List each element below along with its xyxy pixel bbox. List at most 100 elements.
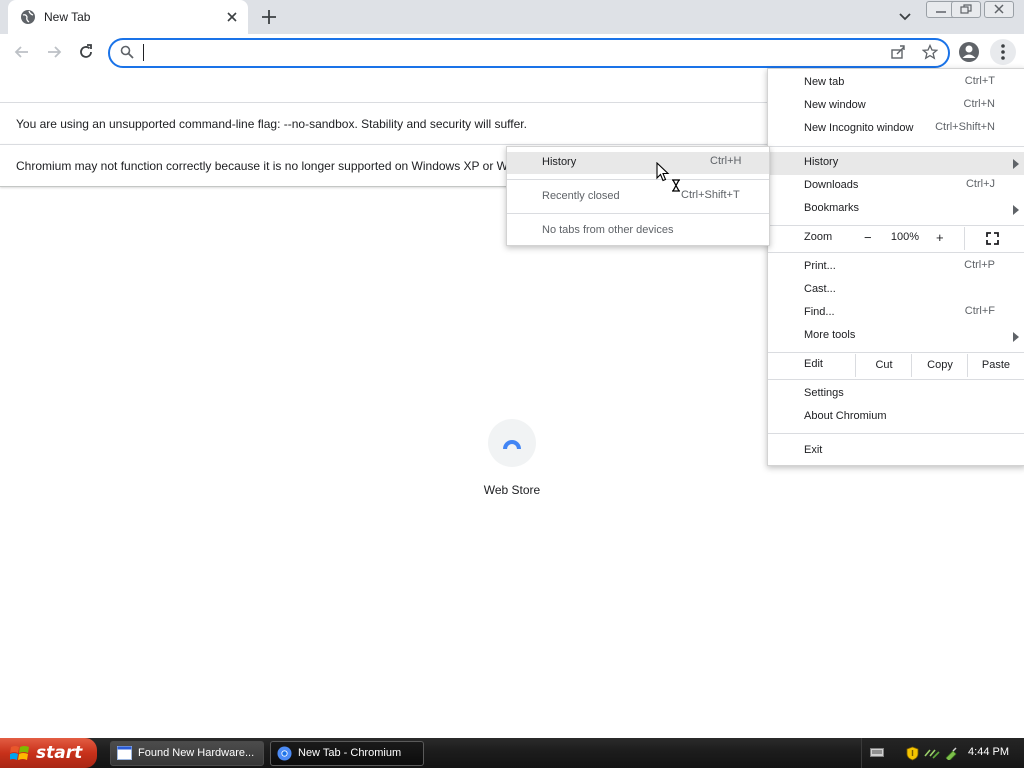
menu-item-label: Downloads [804,179,859,191]
menu-item-new-incognito-window[interactable]: New Incognito window Ctrl+Shift+N [768,118,1024,141]
menu-item-shortcut: Ctrl+N [963,98,995,110]
shortcut-label[interactable]: Web Store [462,483,562,497]
chromium-icon [277,746,292,764]
menu-item-history[interactable]: History [768,152,1024,175]
history-submenu: History Ctrl+H Recently closed Ctrl+Shif… [506,146,770,246]
hourglass-icon [672,179,680,192]
menu-divider [964,227,965,250]
forward-arrow-icon[interactable] [44,42,64,62]
menu-item-downloads[interactable]: Downloads Ctrl+J [768,175,1024,198]
search-icon [120,45,134,62]
menu-item-label: Edit [804,358,823,370]
menu-item-zoom: Zoom − 100% + [768,227,1024,250]
chevron-right-icon [1013,331,1019,345]
menu-separator [768,146,1024,147]
menu-item-cast[interactable]: Cast... [768,279,1024,302]
chevron-right-icon [1013,204,1019,218]
menu-item-settings[interactable]: Settings [768,383,1024,406]
menu-separator [507,179,769,180]
menu-item-shortcut: Ctrl+T [964,75,995,87]
menu-item-about[interactable]: About Chromium [768,406,1024,429]
restore-button[interactable] [951,1,981,18]
menu-separator [768,225,1024,226]
menu-item-label: Print... [804,260,836,272]
menu-item-shortcut: Ctrl+Shift+N [935,121,995,133]
menu-item-label: New window [804,99,866,111]
chevron-down-icon[interactable] [895,8,915,26]
keyboard-icon[interactable] [870,746,884,761]
paste-button[interactable]: Paste [967,354,1024,377]
zoom-out-button[interactable]: − [864,230,872,245]
menu-item-exit[interactable]: Exit [768,440,1024,463]
copy-button[interactable]: Copy [911,354,968,377]
infobar-text: You are using an unsupported command-lin… [16,117,527,131]
tab-title: New Tab [44,10,91,24]
submenu-item-recently-closed: Recently closed Ctrl+Shift+T [507,186,769,208]
menu-item-label: Zoom [804,231,833,243]
menu-item-shortcut: Ctrl+J [965,178,995,190]
web-store-icon [503,440,521,449]
share-icon[interactable] [890,44,906,63]
reload-icon[interactable] [76,42,96,62]
tab-strip: New Tab [0,0,1024,34]
menu-separator [768,433,1024,434]
safely-remove-hardware-icon[interactable] [944,746,958,763]
text-caret [143,44,144,61]
start-button[interactable]: start [0,738,97,768]
taskbar: start Found New Hardware... New Tab - Ch… [0,738,1024,768]
menu-item-more-tools[interactable]: More tools [768,325,1024,348]
profile-icon[interactable] [958,41,980,63]
taskbar-item-chromium[interactable]: New Tab - Chromium [270,741,424,766]
menu-separator [768,352,1024,353]
chevron-right-icon [1013,158,1019,172]
menu-item-label: Exit [804,444,823,456]
security-shield-icon[interactable] [906,746,919,764]
close-icon[interactable] [224,9,240,25]
omnibox[interactable] [108,38,950,68]
app-menu: New tab Ctrl+T New window Ctrl+N New Inc… [767,68,1024,466]
menu-item-label: More tools [804,329,856,341]
menu-item-label: Settings [804,387,844,399]
zoom-level: 100% [890,231,920,243]
shortcut-tile-web-store[interactable] [488,419,536,467]
menu-item-new-tab[interactable]: New tab Ctrl+T [768,72,1024,95]
tab-new-tab[interactable]: New Tab [8,0,248,34]
system-tray: 4:44 PM [861,738,1024,768]
clock: 4:44 PM [968,746,1009,758]
zoom-in-button[interactable]: + [936,230,944,245]
address-input[interactable] [142,43,846,63]
menu-item-bookmarks[interactable]: Bookmarks [768,198,1024,221]
more-vert-icon[interactable] [990,39,1016,65]
back-arrow-icon[interactable] [12,42,32,62]
network-icon[interactable] [924,746,940,763]
cut-button[interactable]: Cut [855,354,912,377]
menu-item-print[interactable]: Print... Ctrl+P [768,256,1024,279]
menu-item-label: Bookmarks [804,202,860,214]
menu-item-new-window[interactable]: New window Ctrl+N [768,95,1024,118]
menu-item-label: History [542,156,577,168]
taskbar-item-label: New Tab - Chromium [298,747,402,759]
menu-item-shortcut: Ctrl+H [710,155,742,167]
menu-separator [768,252,1024,253]
menu-item-shortcut: Ctrl+Shift+T [681,189,740,201]
taskbar-item-found-new-hardware[interactable]: Found New Hardware... [110,741,264,766]
menu-item-label: History [804,156,839,168]
menu-item-label: No tabs from other devices [542,224,674,236]
fullscreen-icon[interactable] [986,232,999,248]
star-icon[interactable] [921,43,939,63]
submenu-item-history[interactable]: History Ctrl+H [507,152,769,174]
taskbar-item-label: Found New Hardware... [138,747,255,759]
window-icon [117,746,132,763]
menu-item-find[interactable]: Find... Ctrl+F [768,302,1024,325]
menu-item-shortcut: Ctrl+F [964,305,995,317]
menu-item-shortcut: Ctrl+P [964,259,995,271]
menu-item-label: Find... [804,306,835,318]
menu-item-label: New tab [804,76,845,88]
close-window-button[interactable] [984,1,1014,18]
infobar-text: Chromium may not function correctly beca… [16,159,508,173]
globe-icon [20,9,36,25]
start-label: start [36,743,83,763]
plus-icon[interactable] [259,7,279,27]
toolbar [0,34,1024,70]
menu-separator [768,379,1024,380]
